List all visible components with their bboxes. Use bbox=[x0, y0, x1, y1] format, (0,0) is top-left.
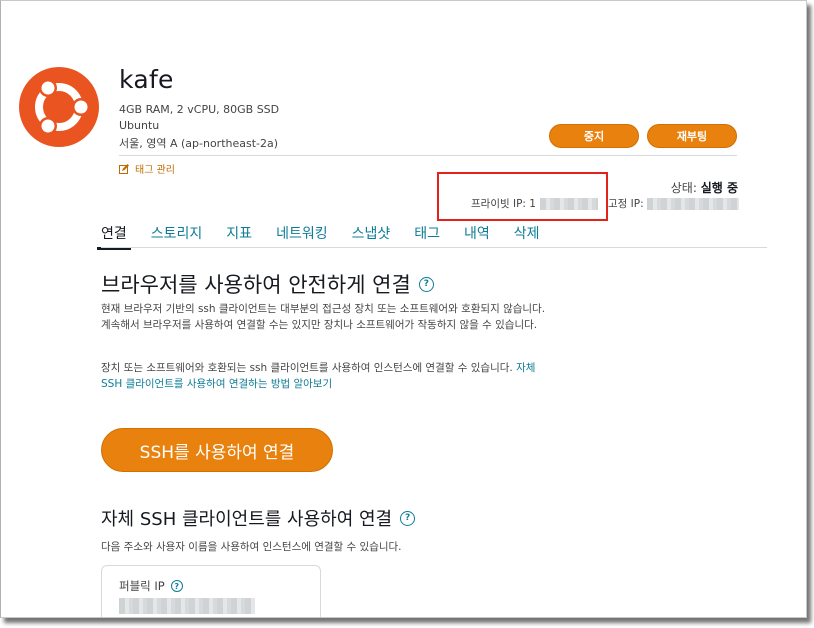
public-ip-redacted bbox=[119, 598, 255, 614]
ubuntu-logo-icon bbox=[19, 67, 99, 147]
tab-storage[interactable]: 스토리지 bbox=[151, 223, 203, 249]
public-ip-heading: 퍼블릭 IP ? bbox=[119, 578, 183, 594]
edit-icon bbox=[119, 163, 129, 174]
instance-specs: 4GB RAM, 2 vCPU, 80GB SSD bbox=[119, 103, 280, 116]
tab-history[interactable]: 내역 bbox=[464, 223, 490, 249]
instance-os: Ubuntu bbox=[119, 119, 160, 132]
ssh-client-text: 장치 또는 소프트웨어와 호환되는 ssh 클라이언트를 사용하여 인스턴스에 … bbox=[101, 362, 513, 374]
public-ip-label: 퍼블릭 IP bbox=[119, 579, 165, 593]
browser-frame: kafe 4GB RAM, 2 vCPU, 80GB SSD Ubuntu 서울… bbox=[0, 0, 807, 618]
help-icon[interactable]: ? bbox=[418, 276, 434, 292]
status-value: 실행 중 bbox=[700, 181, 738, 195]
instance-status: 상태: 실행 중 bbox=[671, 179, 738, 196]
own-client-title: 자체 SSH 클라이언트를 사용하여 연결 bbox=[101, 509, 393, 530]
tab-delete[interactable]: 삭제 bbox=[514, 223, 540, 249]
browser-connect-title: 브라우저를 사용하여 안전하게 연결 bbox=[101, 273, 411, 297]
tab-snapshots[interactable]: 스냅샷 bbox=[352, 223, 391, 249]
help-icon[interactable]: ? bbox=[400, 510, 416, 526]
status-label: 상태: bbox=[670, 181, 697, 195]
reboot-button[interactable]: 재부팅 bbox=[647, 124, 737, 148]
own-client-desc: 다음 주소와 사용자 이름을 사용하여 인스턴스에 연결할 수 있습니다. bbox=[101, 541, 402, 553]
tab-networking[interactable]: 네트워킹 bbox=[276, 223, 328, 249]
tab-metrics[interactable]: 지표 bbox=[226, 223, 252, 249]
instance-name: kafe bbox=[119, 65, 174, 94]
instance-tabs: 연결 스토리지 지표 네트워킹 스냅샷 태그 내역 삭제 bbox=[97, 223, 564, 250]
browser-connect-heading: 브라우저를 사용하여 안전하게 연결 ? bbox=[101, 269, 434, 299]
static-ip-label: 고정 IP: bbox=[608, 198, 644, 210]
own-client-heading: 자체 SSH 클라이언트를 사용하여 연결 ? bbox=[101, 505, 416, 531]
tag-manage-label: 태그 관리 bbox=[135, 165, 175, 176]
highlight-box bbox=[437, 172, 608, 221]
header-divider bbox=[119, 155, 737, 156]
connect-ssh-button[interactable]: SSH를 사용하여 연결 bbox=[101, 428, 333, 472]
static-ip-redacted bbox=[646, 197, 739, 210]
tab-connect[interactable]: 연결 bbox=[97, 223, 131, 250]
tag-manage-link[interactable]: 태그 관리 bbox=[119, 161, 175, 176]
stop-button[interactable]: 중지 bbox=[549, 124, 639, 148]
help-icon[interactable]: ? bbox=[170, 580, 183, 592]
browser-connect-notice: 현재 브라우저 기반의 ssh 클라이언트는 대부분의 접근성 장치 또는 소프… bbox=[101, 303, 546, 331]
tabs-divider bbox=[101, 247, 767, 248]
instance-region: 서울, 영역 A (ap-northeast-2a) bbox=[119, 137, 279, 150]
ssh-client-info: 장치 또는 소프트웨어와 호환되는 ssh 클라이언트를 사용하여 인스턴스에 … bbox=[101, 360, 556, 392]
static-ip: 고정 IP: bbox=[608, 196, 739, 211]
tab-tags[interactable]: 태그 bbox=[414, 223, 440, 249]
